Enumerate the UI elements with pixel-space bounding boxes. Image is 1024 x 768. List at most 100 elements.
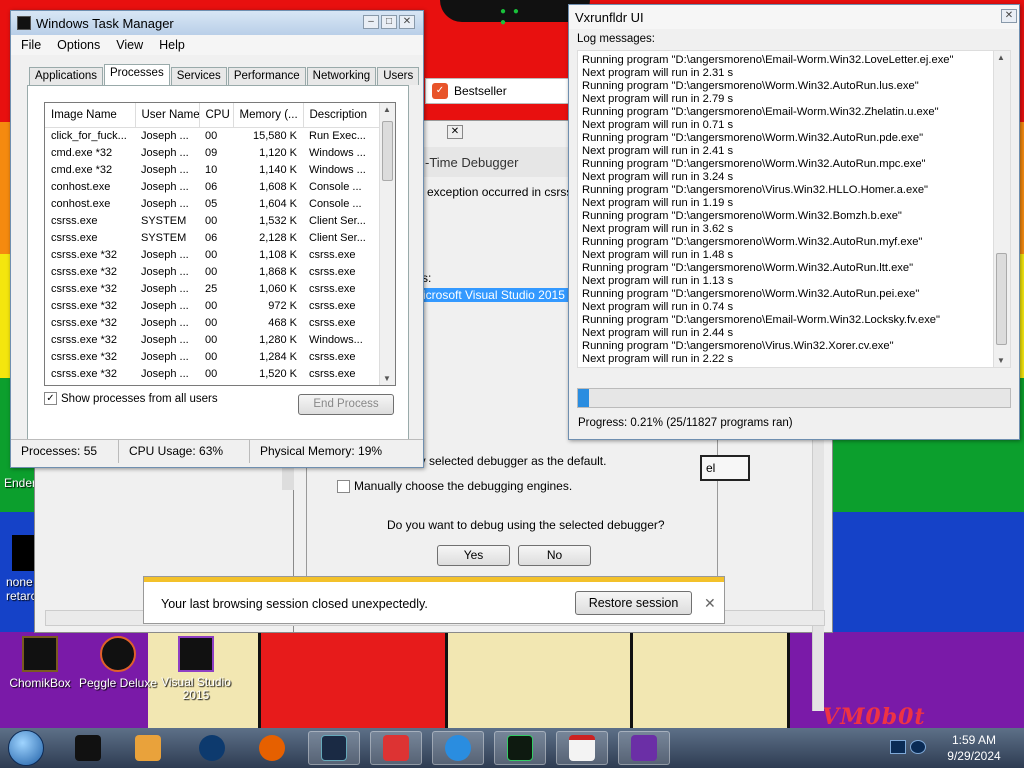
table-row[interactable]: conhost.exe Joseph ... 05 1,604 K Console ..… — [45, 195, 380, 212]
table-cell: conhost.exe — [51, 197, 111, 210]
menu-options[interactable]: Options — [51, 38, 110, 52]
tab-processes[interactable]: Processes — [104, 64, 170, 85]
desktop-icon-peggle[interactable]: Peggle Deluxe — [78, 636, 158, 690]
tab-services[interactable]: Services — [170, 67, 227, 85]
log-line: Next program will run in 2.44 s — [582, 327, 734, 339]
table-cell: 06 — [205, 231, 218, 244]
show-all-processes-checkbox[interactable]: ✓ Show processes from all users — [44, 392, 218, 405]
table-cell: csrss.exe — [309, 282, 356, 295]
log-line: Running program "D:\angersmoreno\Virus.W… — [582, 340, 894, 352]
table-row[interactable]: csrss.exe *32 Joseph ... 25 1,060 K csrss.ex… — [45, 280, 380, 297]
taskbar-firefox[interactable] — [246, 731, 298, 765]
table-row[interactable]: csrss.exe *32 Joseph ... 00 1,280 K Windows.… — [45, 331, 380, 348]
taskbar-app-open-1[interactable] — [308, 731, 360, 765]
tray-volume-icon[interactable] — [910, 740, 926, 754]
task-manager-titlebar[interactable]: Windows Task Manager – □ ✕ — [11, 11, 423, 35]
table-cell: Joseph ... — [141, 180, 189, 193]
desktop-icon-chomikbox[interactable]: ChomikBox — [0, 636, 80, 690]
column-cpu[interactable]: CPU — [199, 103, 234, 128]
browser-tab-bestseller[interactable]: ✓ Bestseller — [425, 78, 575, 104]
no-button[interactable]: No — [518, 545, 591, 566]
menu-file[interactable]: File — [15, 38, 51, 52]
minimize-icon[interactable]: – — [363, 15, 379, 29]
column-description[interactable]: Description — [303, 103, 381, 128]
close-icon[interactable]: ✕ — [1001, 9, 1017, 23]
table-cell: Joseph ... — [141, 367, 189, 380]
table-cell: 1,608 K — [259, 180, 297, 193]
checkbox-checked[interactable]: ✓ — [44, 392, 57, 405]
scroll-thumb[interactable] — [996, 253, 1007, 345]
log-lines: Running program "D:\angersmoreno\Email-W… — [582, 54, 992, 366]
scroll-down-icon[interactable]: ▼ — [997, 356, 1005, 365]
log-scrollbar[interactable]: ▲ ▼ — [993, 51, 1010, 367]
scroll-down-icon[interactable]: ▼ — [383, 374, 391, 383]
yes-button[interactable]: Yes — [437, 545, 510, 566]
table-row[interactable]: conhost.exe Joseph ... 06 1,608 K Console ..… — [45, 178, 380, 195]
table-cell: 15,580 K — [252, 129, 297, 142]
column-user-name[interactable]: User Name — [135, 103, 200, 128]
tray-network-icon[interactable] — [890, 740, 906, 754]
table-row[interactable]: csrss.exe SYSTEM 06 2,128 K Client Ser... — [45, 229, 380, 246]
taskbar-media-player[interactable] — [122, 731, 174, 765]
cancel-button-partial[interactable]: el — [700, 455, 750, 481]
start-button[interactable] — [8, 730, 44, 766]
manual-engines-checkbox[interactable]: Manually choose the debugging engines. — [337, 479, 572, 493]
table-cell: 00 — [205, 367, 218, 380]
status-processes: Processes: 55 — [11, 440, 119, 463]
maximize-icon[interactable]: □ — [381, 15, 397, 29]
column-image-name[interactable]: Image Name — [45, 103, 136, 128]
scroll-up-icon[interactable]: ▲ — [997, 53, 1005, 62]
scissors-icon — [383, 735, 409, 761]
table-row[interactable]: csrss.exe *32 Joseph ... 00 468 K csrss.exe — [45, 314, 380, 331]
tab-applications[interactable]: Applications — [29, 67, 104, 85]
scroll-up-icon[interactable]: ▲ — [383, 105, 391, 114]
table-row[interactable]: click_for_fuck... Joseph ... 00 15,580 K Run… — [45, 127, 380, 144]
table-cell: 2,128 K — [259, 231, 297, 244]
table-cell: SYSTEM — [141, 231, 187, 244]
taskbar-internet-explorer[interactable] — [432, 731, 484, 765]
table-cell: Joseph ... — [141, 248, 189, 261]
taskbar-visual-studio[interactable] — [618, 731, 670, 765]
table-cell: Windows ... — [309, 146, 366, 159]
vxrunfldr-titlebar[interactable]: Vxrunfldr UI ✕ — [569, 5, 1019, 29]
table-cell: Joseph ... — [141, 265, 189, 278]
checkbox-box[interactable] — [337, 479, 350, 493]
process-list-scrollbar[interactable]: ▲ ▼ — [379, 103, 395, 385]
table-row[interactable]: cmd.exe *32 Joseph ... 09 1,120 K Windows ..… — [45, 144, 380, 161]
table-cell: Console ... — [309, 180, 362, 193]
taskbar-app-globe[interactable] — [186, 731, 238, 765]
table-row[interactable]: csrss.exe *32 Joseph ... 00 1,520 K csrss.ex… — [45, 365, 380, 382]
taskbar-clock[interactable]: 1:59 AM 9/29/2024 — [930, 732, 1018, 764]
column-memory[interactable]: Memory (... — [233, 103, 304, 128]
table-cell: csrss.exe *32 — [51, 282, 118, 295]
restore-session-button[interactable]: Restore session — [575, 591, 692, 615]
taskbar-notepad[interactable] — [556, 731, 608, 765]
table-cell: 00 — [205, 129, 218, 142]
close-icon[interactable]: ✕ — [704, 595, 716, 612]
close-icon[interactable]: ✕ — [399, 15, 415, 29]
taskbar-snipping-tool[interactable] — [370, 731, 422, 765]
table-row[interactable]: csrss.exe *32 Joseph ... 00 1,108 K csrss.ex… — [45, 246, 380, 263]
debugger-list-item-selected[interactable]: icrosoft Visual Studio 2015 — [419, 288, 587, 302]
menu-view[interactable]: View — [110, 38, 153, 52]
tab-networking[interactable]: Networking — [306, 67, 377, 85]
table-row[interactable]: csrss.exe *32 Joseph ... 00 972 K csrss.exe — [45, 297, 380, 314]
desktop-icon-visual-studio[interactable]: Visual Studio 2015 — [156, 636, 236, 702]
menu-help[interactable]: Help — [153, 38, 195, 52]
log-line: Running program "D:\angersmoreno\Worm.Wi… — [582, 288, 920, 300]
tab-users[interactable]: Users — [377, 67, 420, 85]
taskbar-task-manager[interactable] — [494, 731, 546, 765]
end-process-button[interactable]: End Process — [298, 394, 394, 415]
scroll-thumb[interactable] — [382, 121, 393, 181]
tab-performance[interactable]: Performance — [227, 67, 306, 85]
log-line: Running program "D:\angersmoreno\Worm.Wi… — [582, 236, 923, 248]
table-cell: csrss.exe *32 — [51, 299, 118, 312]
table-row[interactable]: cmd.exe *32 Joseph ... 10 1,140 K Windows ..… — [45, 161, 380, 178]
table-row[interactable]: csrss.exe *32 Joseph ... 00 1,284 K csrss.ex… — [45, 348, 380, 365]
taskbar-app-1[interactable] — [62, 731, 114, 765]
table-row[interactable]: csrss.exe SYSTEM 00 1,532 K Client Ser... — [45, 212, 380, 229]
table-cell: csrss.exe *32 — [51, 265, 118, 278]
table-row[interactable]: csrss.exe *32 Joseph ... 00 1,868 K csrss.ex… — [45, 263, 380, 280]
clock-time: 1:59 AM — [951, 733, 997, 747]
close-icon[interactable]: ✕ — [447, 125, 463, 139]
